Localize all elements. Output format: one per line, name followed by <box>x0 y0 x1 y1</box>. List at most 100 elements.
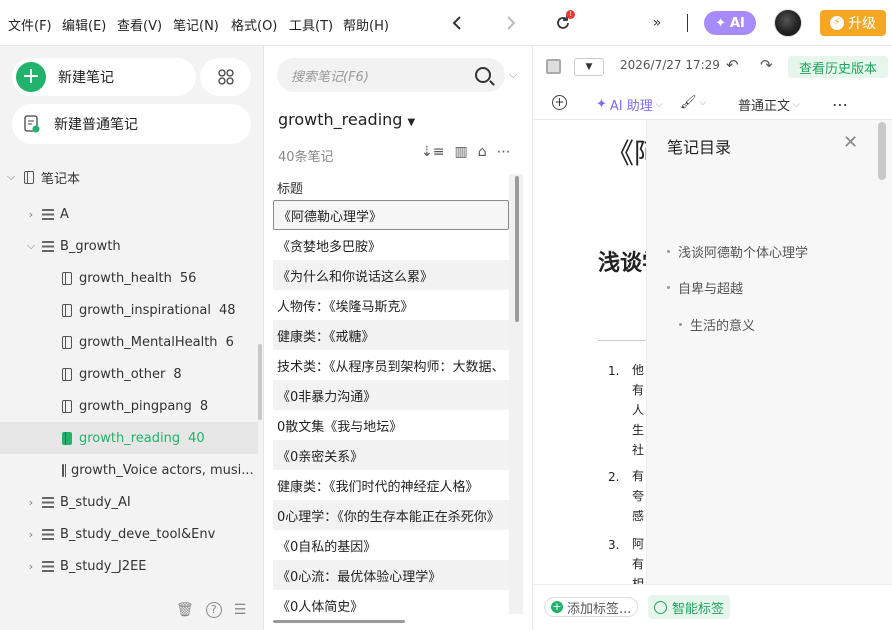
search-input[interactable]: 搜索笔记(F6) <box>277 58 505 92</box>
outline-entry[interactable]: 生活的意义 <box>679 315 755 334</box>
note-row[interactable]: 人物传：《埃隆马斯克》 <box>273 290 509 320</box>
note-row[interactable]: 《为什么和你说话这么累》 <box>273 260 509 290</box>
sort-icon[interactable]: ⇣≡ <box>421 144 444 160</box>
note-title: 人物传：《埃隆马斯克》 <box>277 299 414 315</box>
view-layout-icon[interactable]: ▥ <box>454 144 467 160</box>
more-icon[interactable]: ⋯ <box>497 144 511 160</box>
menu-note[interactable]: 笔记(N) <box>173 15 219 34</box>
chevron-right-icon[interactable]: › <box>24 560 38 573</box>
note-row[interactable]: 0心理学：《你的生存本能正在杀死你》 <box>273 500 509 530</box>
note-row[interactable]: 健康类：《戒糖》 <box>273 320 509 350</box>
note-list-panel: 搜索笔记(F6) ⌵ growth_reading ▼ 40条笔记 ⇣≡ ▥ ⌂… <box>265 46 533 630</box>
bullet-icon <box>667 250 670 253</box>
upgrade-button[interactable]: ⚡ 升级 <box>820 10 886 36</box>
ai-assistant-button[interactable]: ✦ AI 助理 ⌵ <box>596 95 663 114</box>
tree-item-growth-reading[interactable]: growth_reading 40 <box>0 422 258 454</box>
search-icon[interactable] <box>475 67 491 83</box>
smart-tag-button[interactable]: 智能标签 <box>648 595 731 619</box>
avatar[interactable] <box>774 9 802 37</box>
note-row[interactable]: 《0心流：最优体验心理学》 <box>273 560 509 590</box>
sidebar-scrollbar[interactable] <box>258 344 262 420</box>
new-note-button[interactable]: + 新建笔记 <box>12 58 196 96</box>
tree-item-b-study-deve-tool[interactable]: › B_study_deve_tool&Env <box>0 518 258 550</box>
tree-item-label: growth_other <box>79 366 166 382</box>
clear-icon[interactable]: ⌂ <box>478 144 487 160</box>
more-chevron-icon[interactable]: » <box>644 10 670 36</box>
tree-item-growth-pingpang[interactable]: growth_pingpang 8 <box>0 390 258 422</box>
tree-item-label: B_growth <box>60 238 121 254</box>
chevron-down-icon: ⌵ <box>655 99 663 110</box>
menu-view[interactable]: 查看(V) <box>117 15 162 34</box>
style-label: 普通正文 <box>738 99 791 114</box>
note-row[interactable]: 0散文集《我与地坛》 <box>273 410 509 440</box>
close-icon[interactable]: ✕ <box>843 132 858 153</box>
note-list-hscrollbar[interactable] <box>273 620 405 623</box>
list-toolbar: ⇣≡ ▥ ⌂ ⋯ <box>421 144 511 160</box>
ai-button[interactable]: ✦ AI <box>704 11 756 35</box>
insert-icon[interactable]: + <box>552 95 567 110</box>
folder-title-dropdown[interactable]: growth_reading ▼ <box>278 110 415 129</box>
tree-item-growth-health[interactable]: growth_health 56 <box>0 262 258 294</box>
paragraph-style-dropdown[interactable]: 普通正文 ⌵ <box>738 95 800 114</box>
more-icon[interactable]: ⋯ <box>832 95 848 114</box>
tree-item-b-study-ai[interactable]: › B_study_AI <box>0 486 258 518</box>
outline-entry-label: 浅谈阿德勒个体心理学 <box>678 246 809 261</box>
view-dropdown-icon[interactable]: ▼ <box>574 58 604 76</box>
expand-icon[interactable] <box>546 59 561 74</box>
tree-item-a[interactable]: › A <box>0 198 258 230</box>
tree-item-b-study-j2ee[interactable]: › B_study_J2EE <box>0 550 258 582</box>
note-row[interactable]: 《0亲密关系》 <box>273 440 509 470</box>
column-header-title[interactable]: 标题 <box>277 178 303 197</box>
note-datetime: 2026/7/27 17:29 <box>620 58 720 72</box>
tree-item-growth-inspirational[interactable]: growth_inspirational 48 <box>0 294 258 326</box>
chevron-right-icon[interactable]: › <box>24 528 38 541</box>
undo-icon[interactable]: ↶ <box>726 56 739 74</box>
outline-entry[interactable]: 浅谈阿德勒个体心理学 <box>667 242 808 261</box>
note-row[interactable]: 《贪婪地多巴胺》 <box>273 230 509 260</box>
trash-icon[interactable]: 🗑 <box>176 602 194 618</box>
tree-item-growth-other[interactable]: growth_other 8 <box>0 358 258 390</box>
forward-icon[interactable] <box>498 10 524 36</box>
history-versions-button[interactable]: 查看历史版本 <box>788 56 888 78</box>
note-list-scrollbar[interactable] <box>515 176 519 322</box>
format-painter-icon[interactable]: 🖌 ⌵ <box>680 95 706 110</box>
plus-icon: + <box>16 62 46 92</box>
tree-item-b-growth[interactable]: ⌵ B_growth <box>0 230 258 262</box>
settings-list-icon[interactable]: ☰ <box>234 602 247 618</box>
menu-format[interactable]: 格式(O) <box>231 15 277 34</box>
menu-file[interactable]: 文件(F) <box>8 15 52 34</box>
redo-icon[interactable]: ↷ <box>760 56 773 74</box>
note-row[interactable]: 《阿德勒心理学》 <box>273 200 509 230</box>
help-icon[interactable]: ? <box>205 602 222 618</box>
tree-item-growth-voice-actors[interactable]: growth_Voice actors, musi... 3 <box>0 454 262 486</box>
tree-item-growth-mentalhealth[interactable]: growth_MentalHealth 6 <box>0 326 258 358</box>
note-row[interactable]: 《0自私的基因》 <box>273 530 509 560</box>
back-icon[interactable] <box>444 10 470 36</box>
chevron-down-icon[interactable]: ⌵ <box>4 170 18 184</box>
chevron-right-icon[interactable]: › <box>24 208 38 221</box>
stack-icon <box>42 560 54 572</box>
note-row[interactable]: 《0人体简史》 <box>273 590 509 620</box>
note-row[interactable]: 《0非暴力沟通》 <box>273 380 509 410</box>
notebook-icon <box>62 367 72 381</box>
menu-tools[interactable]: 工具(T) <box>289 15 333 34</box>
templates-grid-button[interactable] <box>200 58 251 96</box>
list-number: 2. <box>608 470 620 484</box>
outline-entry-label: 自卑与超越 <box>678 282 744 297</box>
new-plain-note-button[interactable]: 新建普通笔记 <box>12 104 251 144</box>
chevron-down-icon[interactable]: ⌵ <box>24 239 38 253</box>
sidebar-footer: 🗑 ? ☰ <box>176 602 246 618</box>
note-row[interactable]: 健康类：《我们时代的神经症人格》 <box>273 470 509 500</box>
search-dropdown-icon[interactable]: ⌵ <box>509 68 517 82</box>
menu-edit[interactable]: 编辑(E) <box>62 15 106 34</box>
outline-entry[interactable]: 自卑与超越 <box>667 278 743 297</box>
editor-scrollbar[interactable] <box>878 122 886 180</box>
tree-root-notebooks[interactable]: ⌵ 笔记本 <box>0 161 258 193</box>
menu-help[interactable]: 帮助(H) <box>343 15 389 34</box>
chevron-down-icon: ⌵ <box>793 99 800 110</box>
note-row[interactable]: 技术类：《从程序员到架构师：大数据、 <box>273 350 509 380</box>
notebook-icon <box>62 303 72 317</box>
sync-icon[interactable]: ! <box>550 10 576 36</box>
add-tag-button[interactable]: + 添加标签... <box>544 597 639 617</box>
chevron-right-icon[interactable]: › <box>24 496 38 509</box>
